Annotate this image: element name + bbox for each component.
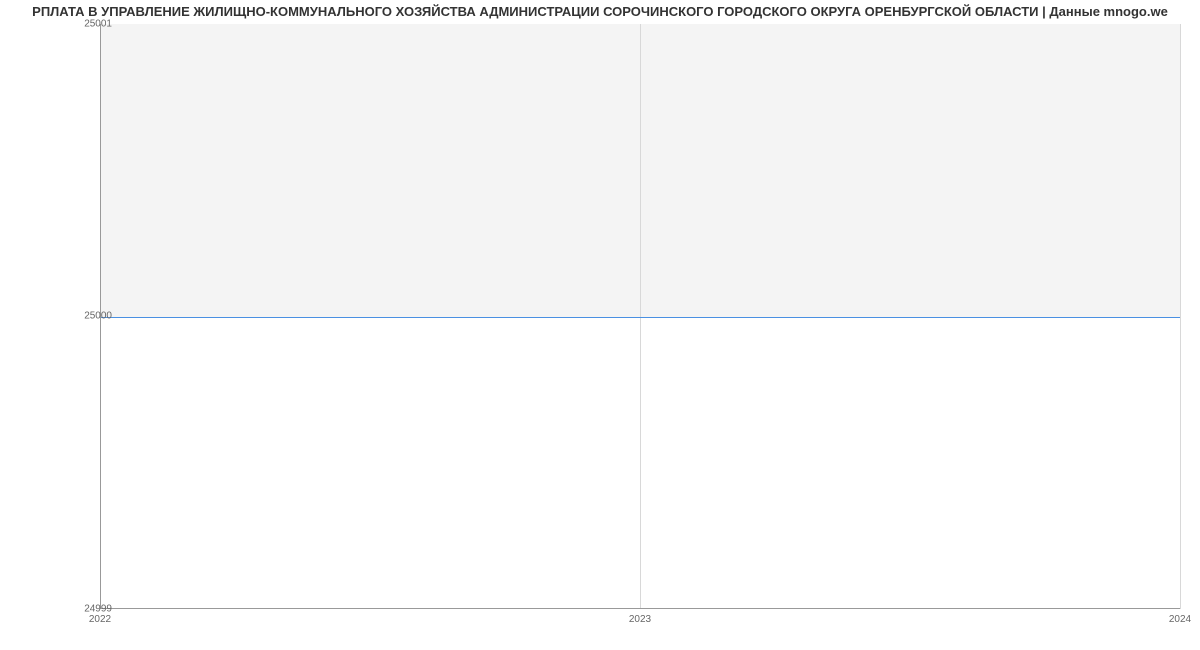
chart-area [100, 24, 1180, 609]
data-series-line [100, 317, 1180, 318]
x-tick-label: 2024 [1169, 614, 1191, 625]
y-tick-label: 25001 [52, 19, 112, 30]
y-tick-label: 25000 [52, 311, 112, 322]
x-tick-label: 2022 [89, 614, 111, 625]
chart-title: РПЛАТА В УПРАВЛЕНИЕ ЖИЛИЩНО-КОММУНАЛЬНОГ… [0, 4, 1200, 19]
y-tick-label: 24999 [52, 604, 112, 615]
gridline-vertical [1180, 24, 1181, 609]
x-tick-label: 2023 [629, 614, 651, 625]
plot-area [100, 24, 1180, 609]
x-axis [100, 608, 1180, 609]
